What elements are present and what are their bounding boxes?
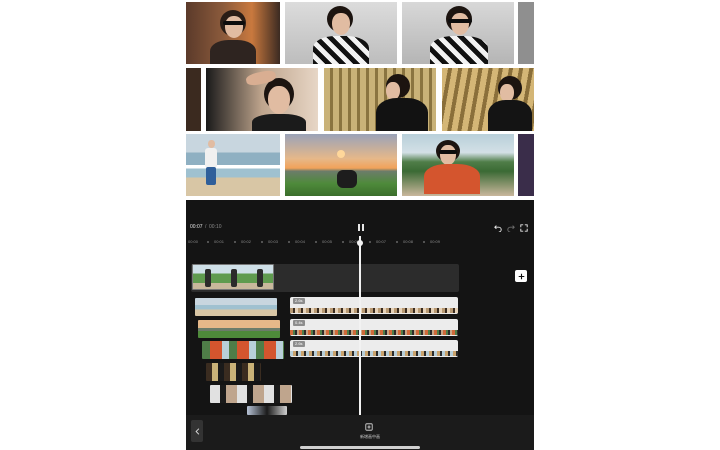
ruler-tick: 00:00 [188, 239, 199, 244]
overlay-clip-thumb[interactable] [206, 363, 261, 381]
ruler-tick: 00:02 [241, 239, 252, 244]
video-preview[interactable] [186, 0, 534, 200]
ruler-tick: 00:09 [430, 239, 441, 244]
preview-photo-9 [186, 134, 280, 196]
ruler-tick: 00:01 [214, 239, 225, 244]
bottom-toolbar: 新增画中画 [186, 415, 534, 450]
preview-photo-11 [402, 134, 514, 196]
back-icon [194, 427, 199, 435]
time-separator: / [205, 224, 207, 230]
preview-photo-10 [285, 134, 397, 196]
overlay-clip-thumb[interactable] [195, 298, 277, 316]
pause-icon[interactable] [356, 224, 366, 232]
preview-photo-4 [518, 2, 534, 64]
overlay-clip-thumb[interactable] [202, 341, 284, 359]
clip-duration-label: 2.6s [293, 341, 305, 347]
clip-duration-label: 2.6s [293, 298, 305, 304]
ruler-tick: 00:07 [376, 239, 387, 244]
overlay-clip-2[interactable]: 0.4s [290, 319, 458, 336]
back-button[interactable] [191, 420, 203, 442]
preview-photo-7 [324, 68, 436, 131]
preview-photo-1 [186, 2, 280, 64]
ruler-tick: 00:08 [403, 239, 414, 244]
video-editor: 00:07 / 00:10 00:00 00:01 00:02 00:03 00… [186, 0, 534, 450]
fullscreen-icon[interactable] [519, 223, 529, 233]
overlay-clip-1[interactable]: 2.6s [290, 297, 458, 314]
preview-photo-6 [206, 68, 318, 131]
clip-duration-label: 0.4s [293, 320, 305, 326]
new-overlay-button-label[interactable]: 新增画中画 [346, 434, 394, 440]
total-time: 00:10 [209, 224, 222, 230]
playhead[interactable] [357, 236, 363, 416]
preview-photo-3 [402, 2, 514, 64]
redo-icon[interactable] [506, 223, 516, 233]
overlay-clip-thumb[interactable] [198, 320, 280, 338]
main-clip[interactable] [192, 264, 274, 290]
current-time: 00:07 [190, 224, 203, 230]
add-clip-icon[interactable] [364, 422, 374, 432]
ruler-tick: 00:05 [322, 239, 333, 244]
undo-icon[interactable] [493, 223, 503, 233]
preview-photo-12 [518, 134, 534, 196]
ruler-tick: 00:03 [268, 239, 279, 244]
overlay-clip-thumb[interactable] [247, 406, 287, 415]
preview-photo-2 [285, 2, 397, 64]
preview-photo-8 [442, 68, 534, 131]
overlay-clip-thumb[interactable] [210, 385, 292, 403]
preview-photo-5 [186, 68, 201, 131]
overlay-clip-3[interactable]: 2.6s [290, 340, 458, 357]
home-indicator [300, 446, 420, 449]
add-icon[interactable] [515, 270, 527, 282]
ruler-tick: 00:04 [295, 239, 306, 244]
